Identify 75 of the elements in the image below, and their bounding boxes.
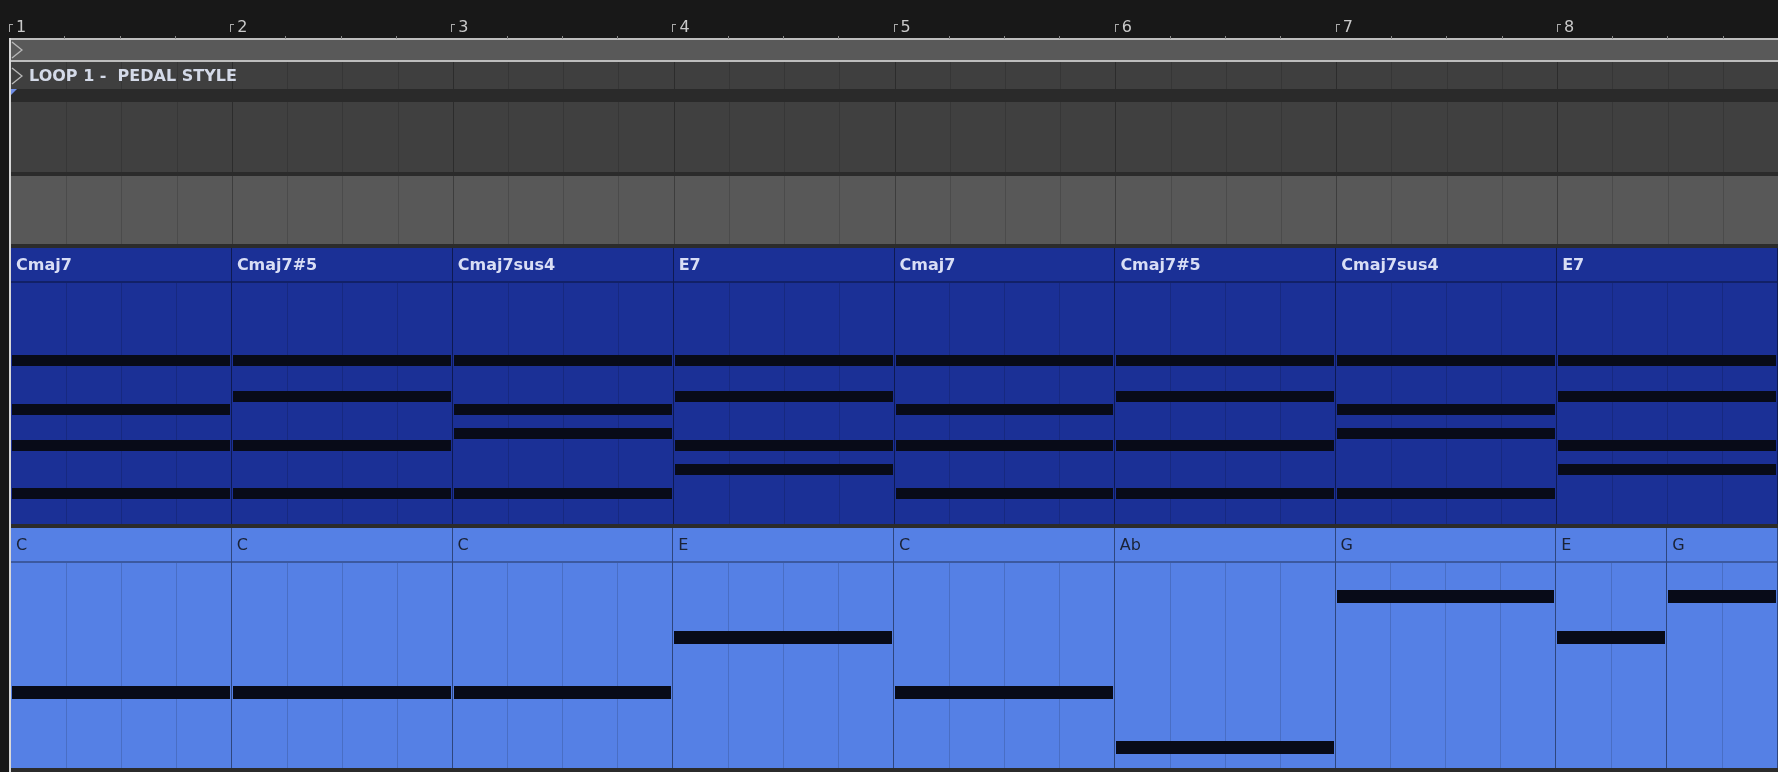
- midi-clip[interactable]: C: [231, 528, 453, 768]
- bar-marker-icon: [230, 24, 235, 32]
- bar-number: 4: [679, 18, 690, 36]
- midi-note[interactable]: [1557, 631, 1666, 645]
- beat-tick: [174, 36, 176, 39]
- beat-tick: [64, 36, 66, 39]
- bar-marker-icon: [1335, 24, 1340, 32]
- midi-note[interactable]: [1115, 740, 1334, 754]
- bar-number: 8: [1563, 18, 1575, 36]
- midi-note[interactable]: [1668, 590, 1776, 604]
- beat-tick: [506, 36, 508, 39]
- clip-name: Cmaj7#5: [1115, 248, 1336, 283]
- bar-number: 6: [1121, 18, 1132, 36]
- clip-name: C: [894, 528, 1114, 563]
- bar-marker-icon: [1114, 24, 1119, 32]
- bar-marker-icon: [1556, 24, 1561, 32]
- beat-tick: [1004, 36, 1006, 39]
- loop-brace[interactable]: [11, 38, 1778, 62]
- beat-tick: [727, 36, 729, 39]
- beat-tick: [119, 36, 121, 39]
- bar-number: 7: [1342, 18, 1353, 36]
- beat-tick: [617, 36, 619, 39]
- clip-name: Ab: [1114, 528, 1335, 563]
- clip-name: G: [1667, 528, 1777, 563]
- bar-number: 1: [16, 18, 27, 36]
- midi-clip[interactable]: C: [11, 528, 232, 768]
- midi-note[interactable]: [1336, 590, 1555, 604]
- clip-name: E7: [673, 248, 894, 283]
- beat-tick: [1225, 36, 1227, 39]
- bar-marker-icon: [672, 24, 677, 32]
- locator-label[interactable]: LOOP 1 - PEDAL STYLE: [29, 66, 237, 85]
- beat-tick: [948, 36, 950, 39]
- beat-tick: [1501, 36, 1503, 39]
- clip-name: G: [1335, 528, 1556, 563]
- beat-tick: [782, 36, 784, 39]
- beat-tick: [1391, 36, 1393, 39]
- bar-marker-icon: [9, 24, 13, 32]
- clip-name: C: [11, 528, 231, 563]
- beat-tick: [285, 36, 287, 39]
- beat-tick: [1059, 36, 1061, 39]
- locator-icon[interactable]: [11, 66, 23, 85]
- beat-tick: [1667, 36, 1669, 39]
- beat-tick: [561, 36, 563, 39]
- bar-marker-icon: [893, 24, 898, 32]
- clip-name: Cmaj7#5: [231, 248, 452, 283]
- beat-tick: [1612, 36, 1614, 39]
- midi-clip[interactable]: E: [1556, 528, 1668, 768]
- midi-clip[interactable]: G: [1335, 528, 1557, 768]
- bar-number: 2: [237, 18, 248, 36]
- midi-clip[interactable]: C: [894, 528, 1115, 768]
- bar-number: 5: [900, 18, 911, 36]
- midi-clip[interactable]: G: [1667, 528, 1778, 768]
- midi-clip[interactable]: Ab: [1114, 528, 1336, 768]
- midi-clip[interactable]: E: [673, 528, 894, 768]
- midi-clip[interactable]: C: [452, 528, 674, 768]
- beat-tick: [1169, 36, 1171, 39]
- clip-name: Cmaj7: [11, 248, 231, 283]
- clip-name: C: [452, 528, 673, 563]
- beat-tick: [1446, 36, 1448, 39]
- bar-marker-icon: [451, 24, 456, 32]
- bar-number: 3: [458, 18, 469, 36]
- beat-tick: [1722, 36, 1724, 39]
- loop-start-icon[interactable]: [11, 41, 23, 59]
- beat-tick: [340, 36, 342, 39]
- marker-icon: [11, 89, 17, 95]
- beat-tick: [395, 36, 397, 39]
- beat-tick: [1280, 36, 1282, 39]
- beat-tick: [838, 36, 840, 39]
- midi-note[interactable]: [674, 631, 892, 645]
- clip-name: E: [673, 528, 893, 563]
- clip-name: Cmaj7: [894, 248, 1115, 283]
- clip-name: E7: [1557, 248, 1777, 283]
- clip-name: Cmaj7sus4: [1336, 248, 1557, 283]
- clip-name: C: [231, 528, 452, 563]
- clip-name: Cmaj7sus4: [452, 248, 673, 283]
